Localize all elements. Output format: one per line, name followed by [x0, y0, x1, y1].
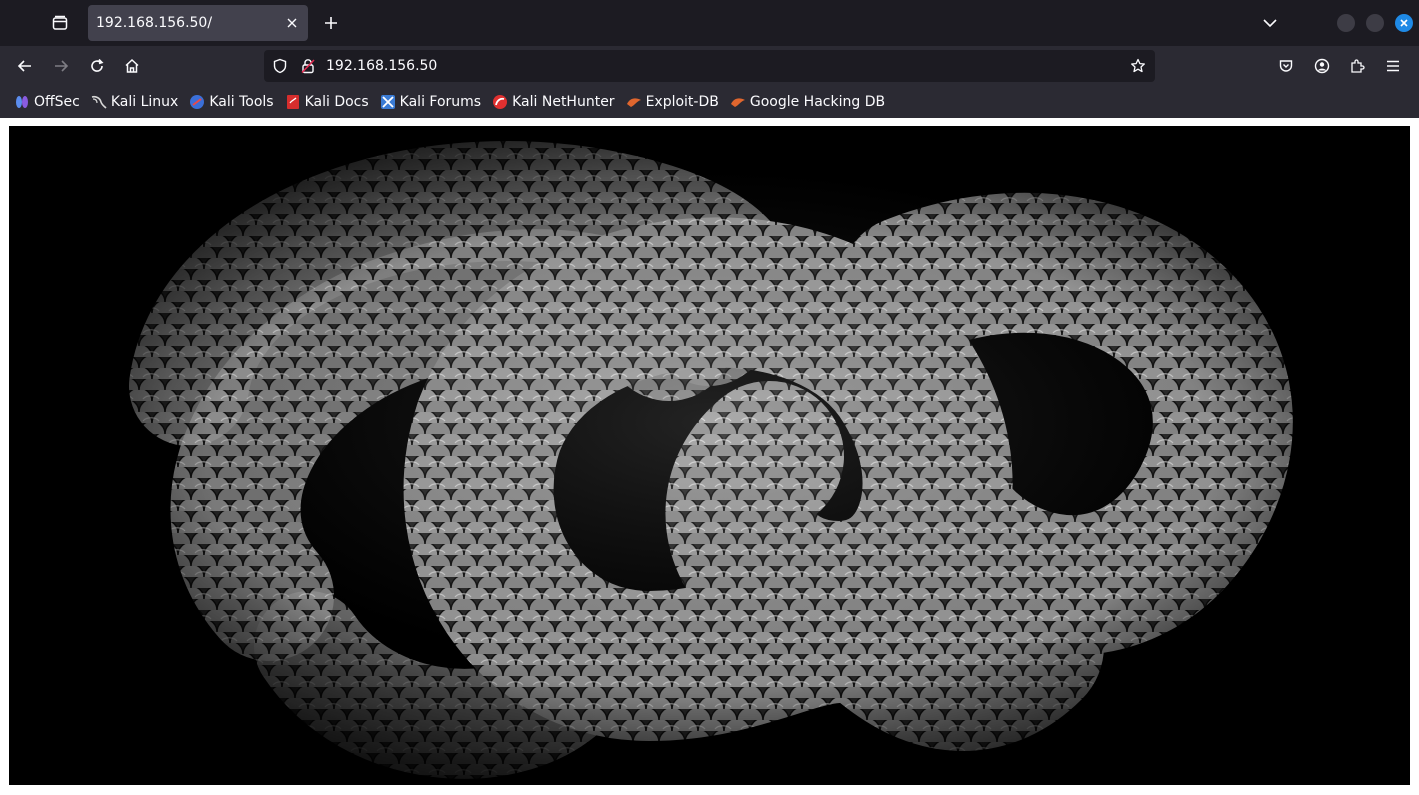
plus-icon	[325, 17, 337, 29]
arrow-left-icon	[17, 60, 31, 72]
bookmark-label: Kali Forums	[399, 94, 482, 110]
hamburger-menu-icon	[1387, 60, 1399, 72]
bookmark-label: Kali Linux	[110, 94, 179, 110]
coiled-snake-image	[9, 126, 1410, 785]
offsec-icon	[16, 96, 28, 108]
home-button[interactable]	[116, 50, 148, 82]
maximize-button[interactable]	[1366, 14, 1384, 32]
new-tab-button[interactable]	[316, 8, 346, 38]
account-button[interactable]	[1306, 50, 1338, 82]
bookmark-label: OffSec	[34, 94, 80, 110]
bookmark-label: Exploit-DB	[645, 94, 719, 110]
bookmark-kali-forums[interactable]: Kali Forums	[376, 90, 485, 114]
insecure-lock-icon[interactable]	[298, 56, 318, 76]
back-button[interactable]	[9, 50, 41, 82]
arrow-right-icon	[55, 60, 69, 72]
chevron-down-icon	[1263, 19, 1277, 28]
reload-button[interactable]	[81, 50, 113, 82]
close-icon	[1400, 19, 1408, 27]
extensions-button[interactable]	[1341, 50, 1373, 82]
kali-forums-icon	[380, 95, 395, 109]
bookmark-label: Google Hacking DB	[749, 94, 886, 110]
tracking-protection-icon[interactable]	[270, 56, 290, 76]
forward-button[interactable]	[45, 50, 77, 82]
ghdb-icon	[730, 98, 745, 107]
bookmark-google-hacking-db[interactable]: Google Hacking DB	[726, 90, 889, 114]
bookmark-kali-docs[interactable]: Kali Docs	[281, 90, 373, 114]
puzzle-icon	[1351, 59, 1365, 73]
bookmark-label: Kali NetHunter	[512, 94, 615, 110]
minimize-button[interactable]	[1337, 14, 1355, 32]
tab-close-button[interactable]	[282, 13, 302, 33]
firefox-view-icon	[52, 15, 68, 30]
home-icon	[125, 58, 139, 73]
reload-icon	[91, 58, 104, 72]
bookmark-kali-tools[interactable]: Kali Tools	[185, 90, 277, 114]
tab-title: 192.168.156.50/	[96, 15, 213, 31]
exploit-db-icon	[626, 98, 641, 107]
kali-docs-icon	[286, 95, 299, 109]
url-bar[interactable]: 192.168.156.50	[264, 50, 1155, 82]
page-content	[0, 118, 1419, 795]
list-all-tabs-button[interactable]	[1255, 8, 1285, 38]
bookmark-offsec[interactable]: OffSec	[10, 90, 84, 114]
bookmark-kali-linux[interactable]: Kali Linux	[87, 90, 182, 114]
kali-tools-icon	[190, 95, 205, 109]
kali-dragon-icon	[91, 95, 107, 109]
tab-strip: 192.168.156.50/	[0, 0, 1419, 46]
bookmark-label: Kali Docs	[304, 94, 369, 110]
bookmarks-toolbar: OffSec Kali Linux Kali Tools Kali Docs K…	[0, 86, 1419, 118]
bookmark-exploit-db[interactable]: Exploit-DB	[622, 90, 723, 114]
nethunter-icon	[493, 95, 508, 109]
url-text[interactable]: 192.168.156.50	[326, 58, 437, 74]
account-icon	[1314, 58, 1330, 74]
bookmark-kali-nethunter[interactable]: Kali NetHunter	[488, 90, 618, 114]
pocket-button[interactable]	[1270, 50, 1302, 82]
tab-active[interactable]: 192.168.156.50/	[88, 5, 308, 41]
window-close-button[interactable]	[1395, 14, 1413, 32]
bookmark-star-icon[interactable]	[1128, 56, 1148, 76]
snake-illustration	[9, 126, 1410, 785]
app-menu-button[interactable]	[1377, 50, 1409, 82]
pocket-icon	[1279, 60, 1293, 72]
bookmark-label: Kali Tools	[209, 94, 274, 110]
firefox-view-button[interactable]	[44, 7, 76, 39]
navigation-toolbar: 192.168.156.50	[0, 46, 1419, 86]
close-icon	[287, 18, 297, 28]
